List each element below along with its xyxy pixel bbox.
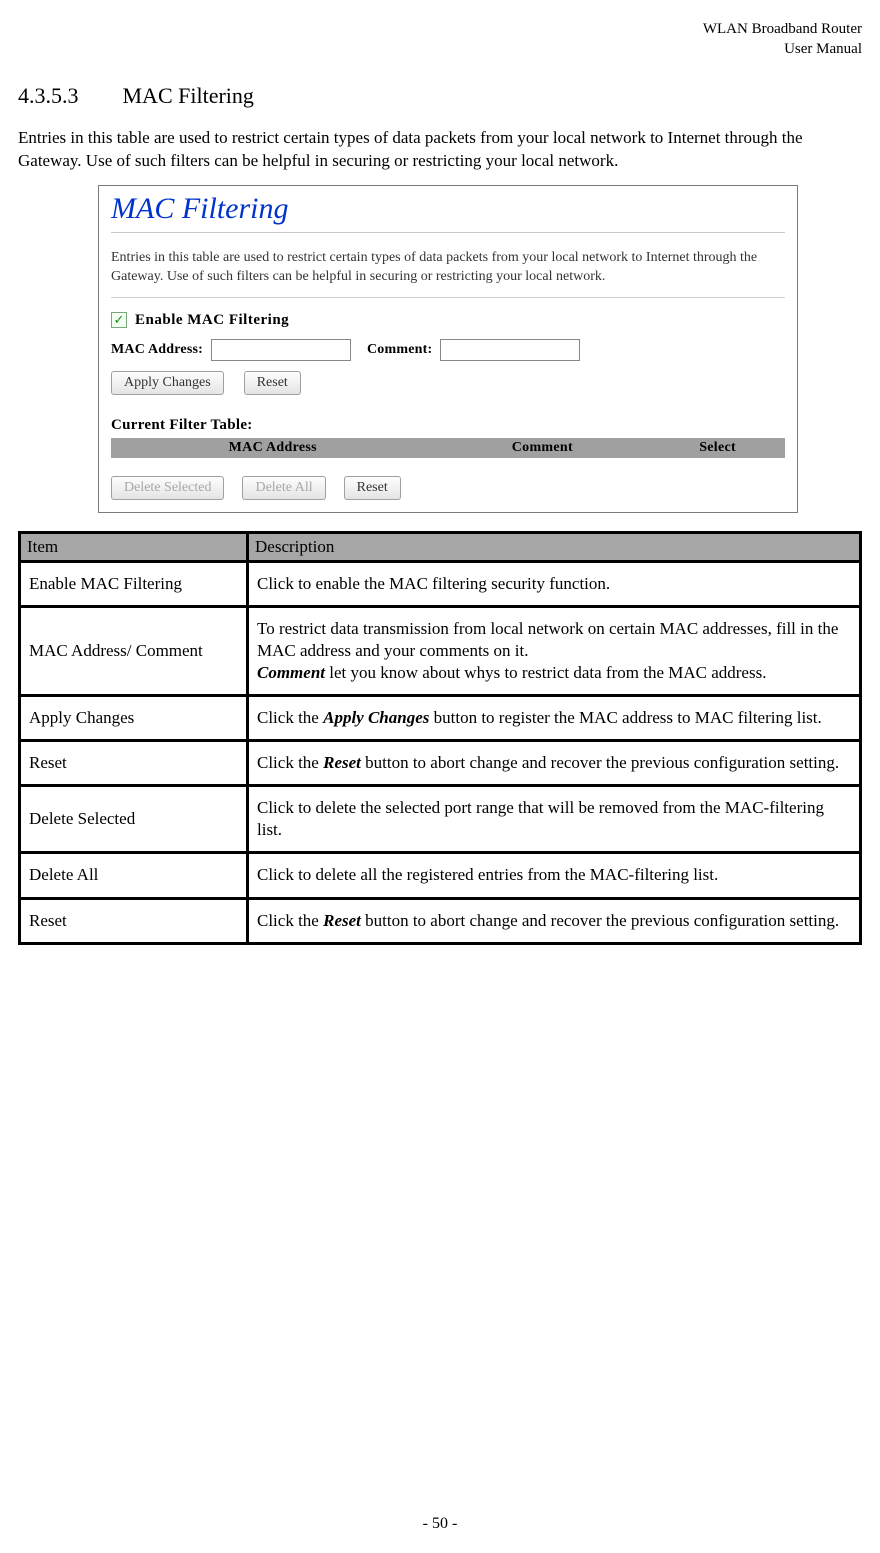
- item-cell: Reset: [21, 739, 246, 784]
- page-number: - 50 -: [0, 1515, 880, 1533]
- address-row: MAC Address: Comment:: [111, 339, 785, 361]
- table-row: Item Description: [21, 534, 859, 560]
- reset-button[interactable]: Reset: [244, 371, 301, 395]
- table-row: Delete SelectedClick to delete the selec…: [21, 784, 859, 851]
- doc-header-line2: User Manual: [18, 40, 862, 60]
- intro-paragraph: Entries in this table are used to restri…: [18, 127, 862, 173]
- desc-cell: Click to enable the MAC filtering securi…: [246, 560, 859, 605]
- table-row: ResetClick the Reset button to abort cha…: [21, 897, 859, 942]
- screenshot-title: MAC Filtering: [111, 192, 785, 233]
- table-buttons-row: Delete Selected Delete All Reset: [111, 476, 785, 500]
- col-comment-header: Comment: [435, 438, 651, 458]
- table-row: Apply ChangesClick the Apply Changes but…: [21, 694, 859, 739]
- reset-table-button[interactable]: Reset: [344, 476, 401, 500]
- apply-changes-button[interactable]: Apply Changes: [111, 371, 224, 395]
- table-row: Delete AllClick to delete all the regist…: [21, 851, 859, 896]
- section-heading: 4.3.5.3 MAC Filtering: [18, 83, 862, 109]
- section-title: MAC Filtering: [123, 83, 254, 108]
- item-col-header: Item: [21, 534, 246, 560]
- item-cell: MAC Address/ Comment: [21, 605, 246, 694]
- table-row: ResetClick the Reset button to abort cha…: [21, 739, 859, 784]
- filter-table-heading: Current Filter Table:: [111, 417, 785, 434]
- doc-header: WLAN Broadband Router User Manual: [18, 20, 862, 59]
- section-number: 4.3.5.3: [18, 83, 79, 108]
- filter-table: MAC Address Comment Select: [111, 438, 785, 458]
- item-cell: Delete All: [21, 851, 246, 896]
- item-cell: Apply Changes: [21, 694, 246, 739]
- delete-selected-button[interactable]: Delete Selected: [111, 476, 224, 500]
- config-screenshot: MAC Filtering Entries in this table are …: [98, 185, 798, 513]
- item-cell: Enable MAC Filtering: [21, 560, 246, 605]
- item-cell: Delete Selected: [21, 784, 246, 851]
- desc-cell: Click to delete the selected port range …: [246, 784, 859, 851]
- desc-col-header: Description: [246, 534, 859, 560]
- item-cell: Reset: [21, 897, 246, 942]
- enable-mac-filtering-label: Enable MAC Filtering: [135, 312, 289, 329]
- screenshot-desc: Entries in this table are used to restri…: [111, 249, 785, 298]
- enable-mac-filtering-checkbox[interactable]: ✓: [111, 312, 127, 328]
- delete-all-button[interactable]: Delete All: [242, 476, 325, 500]
- col-mac-header: MAC Address: [111, 438, 435, 458]
- desc-cell: Click the Reset button to abort change a…: [246, 897, 859, 942]
- comment-input[interactable]: [440, 339, 580, 361]
- desc-cell: To restrict data transmission from local…: [246, 605, 859, 694]
- mac-address-input[interactable]: [211, 339, 351, 361]
- table-row: Enable MAC FilteringClick to enable the …: [21, 560, 859, 605]
- emphasis: Comment: [257, 663, 325, 682]
- emphasis: Reset: [323, 911, 361, 930]
- enable-row: ✓ Enable MAC Filtering: [111, 312, 785, 329]
- emphasis: Apply Changes: [323, 708, 429, 727]
- desc-cell: Click to delete all the registered entri…: [246, 851, 859, 896]
- desc-cell: Click the Reset button to abort change a…: [246, 739, 859, 784]
- doc-header-line1: WLAN Broadband Router: [18, 20, 862, 40]
- table-row: MAC Address Comment Select: [111, 438, 785, 458]
- mac-address-label: MAC Address:: [111, 342, 203, 358]
- emphasis: Reset: [323, 753, 361, 772]
- table-row: MAC Address/ CommentTo restrict data tra…: [21, 605, 859, 694]
- description-table: Item Description Enable MAC FilteringCli…: [18, 531, 862, 945]
- comment-label: Comment:: [367, 342, 432, 358]
- desc-cell: Click the Apply Changes button to regist…: [246, 694, 859, 739]
- form-buttons-row: Apply Changes Reset: [111, 371, 785, 395]
- col-select-header: Select: [650, 438, 785, 458]
